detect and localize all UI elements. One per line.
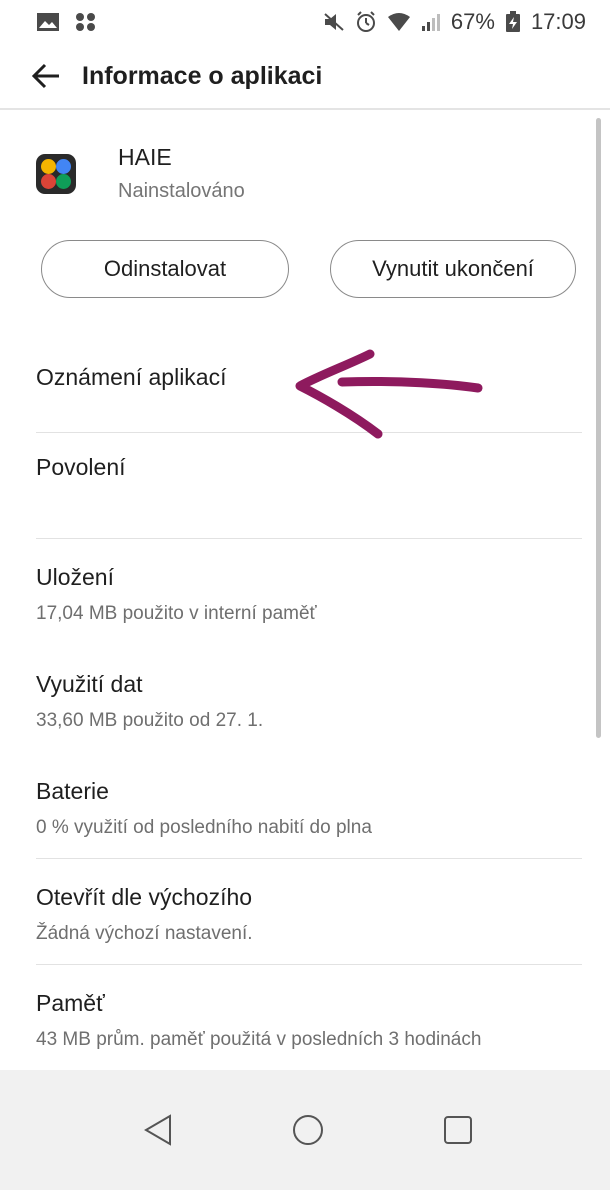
image-notification-icon: [36, 12, 60, 32]
settings-item-title: Využití dat: [36, 671, 143, 697]
app-install-status: Nainstalováno: [118, 180, 245, 202]
app-header: HAIE Nainstalováno: [0, 142, 610, 222]
annotation-arrow-icon: [295, 349, 483, 439]
force-stop-button[interactable]: Vynutit ukončení: [330, 240, 576, 298]
settings-item-battery[interactable]: Baterie 0 % využití od posledního nabití…: [36, 776, 582, 840]
settings-item-subtitle: 0 % využití od posledního nabití do plna: [36, 817, 372, 838]
app-name: HAIE: [118, 144, 172, 170]
settings-item-open-by-default[interactable]: Otevřít dle výchozího Žádná výchozí nast…: [36, 882, 582, 946]
app-icon-dot: [41, 159, 56, 174]
app-bar: Informace o aplikaci: [0, 44, 610, 110]
settings-item-permissions[interactable]: Povolení: [36, 452, 582, 482]
alarm-icon: [355, 11, 377, 33]
home-circle-icon[interactable]: [278, 1100, 338, 1160]
status-bar-right: 67% 17:09: [323, 9, 586, 35]
wifi-icon: [387, 12, 411, 32]
app-info-content[interactable]: HAIE Nainstalováno Odinstalovat Vynutit …: [0, 112, 610, 1070]
divider: [36, 538, 582, 539]
page-title: Informace o aplikaci: [82, 61, 323, 90]
status-time: 17:09: [530, 9, 586, 34]
settings-item-title: Baterie: [36, 778, 109, 804]
settings-item-data-usage[interactable]: Využití dat 33,60 MB použito od 27. 1.: [36, 669, 582, 733]
settings-item-storage[interactable]: Uložení 17,04 MB použito v interní paměť: [36, 562, 582, 626]
navigation-bar: [0, 1070, 610, 1190]
back-triangle-icon[interactable]: [128, 1100, 188, 1160]
mute-icon: [323, 12, 345, 32]
settings-item-subtitle: Žádná výchozí nastavení.: [36, 923, 253, 944]
apps-grid-icon: [74, 12, 98, 32]
settings-item-title: Uložení: [36, 564, 114, 590]
recents-square-icon[interactable]: [428, 1100, 488, 1160]
app-icon: [36, 154, 76, 194]
signal-icon: [421, 12, 441, 32]
settings-item-title: Paměť: [36, 990, 105, 1016]
settings-item-subtitle: 33,60 MB použito od 27. 1.: [36, 710, 264, 731]
status-bar: 67% 17:09: [0, 0, 610, 44]
settings-item-subtitle: 17,04 MB použito v interní paměť: [36, 603, 317, 624]
battery-percent: 67%: [450, 9, 495, 34]
app-icon-dot: [56, 174, 71, 189]
divider: [36, 964, 582, 965]
battery-icon: [505, 11, 521, 33]
divider: [36, 858, 582, 859]
status-bar-left: [36, 12, 98, 32]
settings-item-title: Otevřít dle výchozího: [36, 884, 253, 910]
settings-item-memory[interactable]: Paměť 43 MB prům. paměť použitá v posled…: [36, 988, 582, 1052]
uninstall-button[interactable]: Odinstalovat: [41, 240, 289, 298]
app-icon-dot: [56, 159, 71, 174]
settings-item-subtitle: 43 MB prům. paměť použitá v posledních 3…: [36, 1029, 482, 1050]
settings-item-title: Povolení: [36, 454, 126, 480]
app-icon-dot: [41, 174, 56, 189]
back-arrow-icon[interactable]: [30, 60, 62, 92]
scrollbar[interactable]: [596, 118, 601, 738]
